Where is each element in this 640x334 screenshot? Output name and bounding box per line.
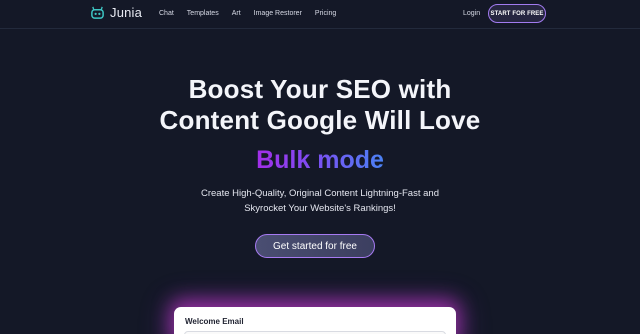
headline-line-2: Content Google Will Love	[159, 105, 481, 135]
mode-title-text: Bulk mode	[256, 146, 384, 174]
top-nav: Junia Chat Templates Art Image Restorer …	[0, 0, 640, 28]
subtitle-line-2: Skyrocket Your Website's Rankings!	[244, 203, 396, 214]
headline-line-1: Boost Your SEO with	[188, 74, 452, 104]
nav-links: Chat Templates Art Image Restorer Pricin…	[159, 10, 349, 17]
brand-logo[interactable]: Junia	[90, 5, 142, 20]
subtitle-line-1: Create High-Quality, Original Content Li…	[201, 188, 439, 199]
robot-logo-icon	[91, 6, 104, 19]
login-link[interactable]: Login	[463, 10, 480, 17]
hero-subtitle: Create High-Quality, Original Content Li…	[0, 186, 640, 216]
nav-link-pricing[interactable]: Pricing	[315, 10, 336, 17]
card-label: Welcome Email	[185, 317, 244, 326]
nav-link-art[interactable]: Art	[232, 10, 241, 17]
mode-title: Bulk mode	[0, 144, 640, 176]
brand-name: Junia	[110, 5, 143, 20]
get-started-button[interactable]: Get started for free	[255, 234, 375, 258]
preview-card: Welcome Email	[174, 307, 456, 334]
hero-headline: Boost Your SEO with Content Google Will …	[0, 74, 640, 136]
start-for-free-button[interactable]: START FOR FREE	[488, 4, 546, 23]
nav-link-chat[interactable]: Chat	[159, 10, 174, 17]
nav-divider	[0, 28, 640, 29]
nav-link-image-restorer[interactable]: Image Restorer	[254, 10, 302, 17]
nav-link-templates[interactable]: Templates	[187, 10, 219, 17]
